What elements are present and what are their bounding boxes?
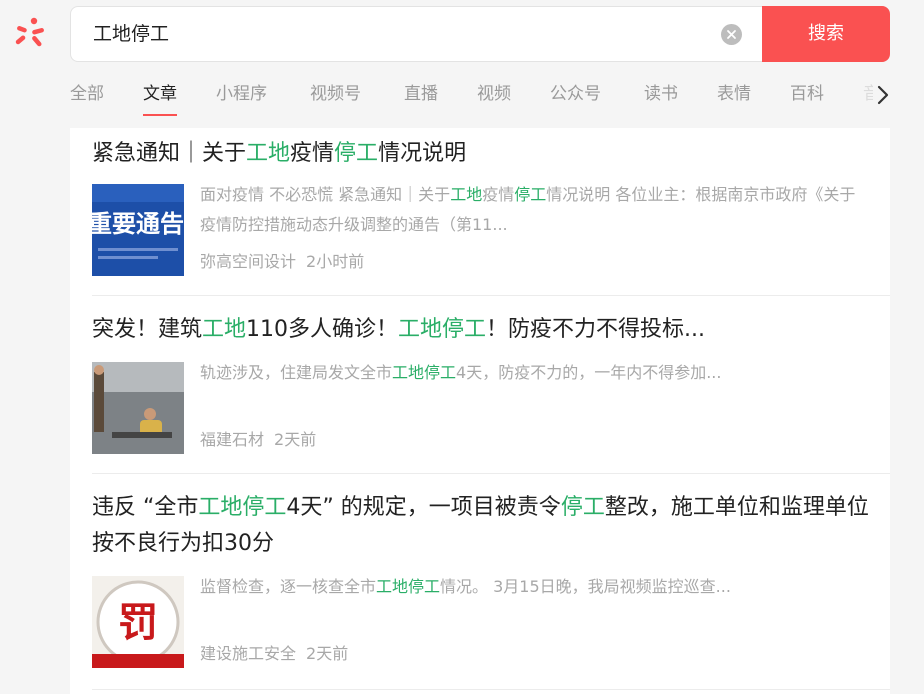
chevron-right-icon[interactable] [874,84,892,106]
text-segment: 紧急通知｜关于 [92,141,247,166]
result-meta: 弥高空间设计 2小时前 [200,252,364,272]
tab-channels[interactable]: 视频号 [310,80,361,112]
result-title[interactable]: 紧急通知｜关于工地疫情停工情况说明 [92,136,872,172]
text-segment: 监督检查，逐一核查全市 [200,577,377,596]
result-time: 2小时前 [306,252,365,271]
keyword-highlight: 停工 [514,185,547,204]
search-bar: 搜索 [70,6,890,62]
keyword-highlight: 工地 [202,317,247,342]
text-segment: 疫情 [290,141,335,166]
thumbnail-text: 重要通告 [92,210,184,238]
keyword-highlight: 工地停工 [392,363,457,382]
tab-video[interactable]: 视频 [477,80,511,112]
text-segment: 突发！建筑 [92,317,203,342]
result-time: 2天前 [274,430,317,449]
keyword-highlight: 工地 [450,185,483,204]
text-segment: ！防疫不力不得投标... [486,317,706,342]
thumbnail-text: 罚 [118,600,158,646]
result-thumbnail: 重要通告 [92,184,184,276]
category-tabs: 全部 文章 小程序 视频号 直播 视频 公众号 读书 表情 百科 音 [70,80,900,120]
tab-mini-programs[interactable]: 小程序 [216,80,267,112]
result-thumbnail: 罚 [92,576,184,668]
keyword-highlight: 工地停工 [198,495,287,520]
results-list: 紧急通知｜关于工地疫情停工情况说明 重要通告 面对疫情 不必恐慌 紧急通知｜关于… [70,128,890,694]
tab-official-accounts[interactable]: 公众号 [550,80,601,112]
keyword-highlight: 停工 [560,495,605,520]
result-title[interactable]: 突发！建筑工地110多人确诊！工地停工！防疫不力不得投标... [92,312,872,348]
result-source[interactable]: 建设施工安全 [200,644,296,663]
clear-icon[interactable] [721,24,742,45]
result-time: 2天前 [306,644,349,663]
result-snippet: 轨迹涉及，住建局发文全市工地停工4天，防疫不力的，一年内不得参加... [200,358,860,388]
tab-encyclopedia[interactable]: 百科 [790,80,824,112]
app-logo [10,14,48,52]
tab-live[interactable]: 直播 [404,80,438,112]
result-thumbnail [92,362,184,454]
text-segment: 4天” 的规定，一项目被责令 [286,495,561,520]
result-meta: 建设施工安全 2天前 [200,644,348,664]
tab-articles[interactable]: 文章 [143,80,177,116]
result-source[interactable]: 福建石材 [200,430,264,449]
text-segment: 110多人确诊！ [246,317,399,342]
keyword-highlight: 停工 [334,141,379,166]
search-input[interactable] [93,7,713,61]
text-segment: 违反 “全市 [92,495,199,520]
text-segment: 面对疫情 不必恐慌 紧急通知｜关于 [200,185,451,204]
result-item[interactable]: 突发！建筑工地110多人确诊！工地停工！防疫不力不得投标... 轨迹涉及，住建局… [70,296,890,474]
tab-reading[interactable]: 读书 [644,80,678,112]
keyword-highlight: 工地停工 [376,577,441,596]
result-snippet: 监督检查，逐一核查全市工地停工情况。 3月15日晚，我局视频监控巡查... [200,572,860,602]
text-segment: 4天，防疫不力的，一年内不得参加... [456,363,722,382]
tab-music[interactable]: 音 [863,80,873,112]
search-button[interactable]: 搜索 [762,6,890,62]
result-item[interactable]: 违反 “全市工地停工4天” 的规定，一项目被责令停工整改，施工单位和监理单位按不… [70,474,890,690]
result-snippet: 面对疫情 不必恐慌 紧急通知｜关于工地疫情停工情况说明 各位业主：根据南京市政府… [200,180,860,240]
text-segment: 情况说明 [378,141,467,166]
result-title[interactable]: 违反 “全市工地停工4天” 的规定，一项目被责令停工整改，施工单位和监理单位按不… [92,490,872,562]
result-item[interactable]: 紧急通知｜关于工地疫情停工情况说明 重要通告 面对疫情 不必恐慌 紧急通知｜关于… [70,128,890,296]
tab-stickers[interactable]: 表情 [717,80,751,112]
tab-all[interactable]: 全部 [70,80,104,112]
text-segment: 疫情 [482,185,515,204]
text-segment: 轨迹涉及，住建局发文全市 [200,363,393,382]
keyword-highlight: 工地 [246,141,291,166]
result-source[interactable]: 弥高空间设计 [200,252,296,271]
divider [92,689,890,690]
text-segment: 情况。 3月15日晚，我局视频监控巡查... [440,577,731,596]
keyword-highlight: 工地停工 [398,317,487,342]
result-meta: 福建石材 2天前 [200,430,316,450]
